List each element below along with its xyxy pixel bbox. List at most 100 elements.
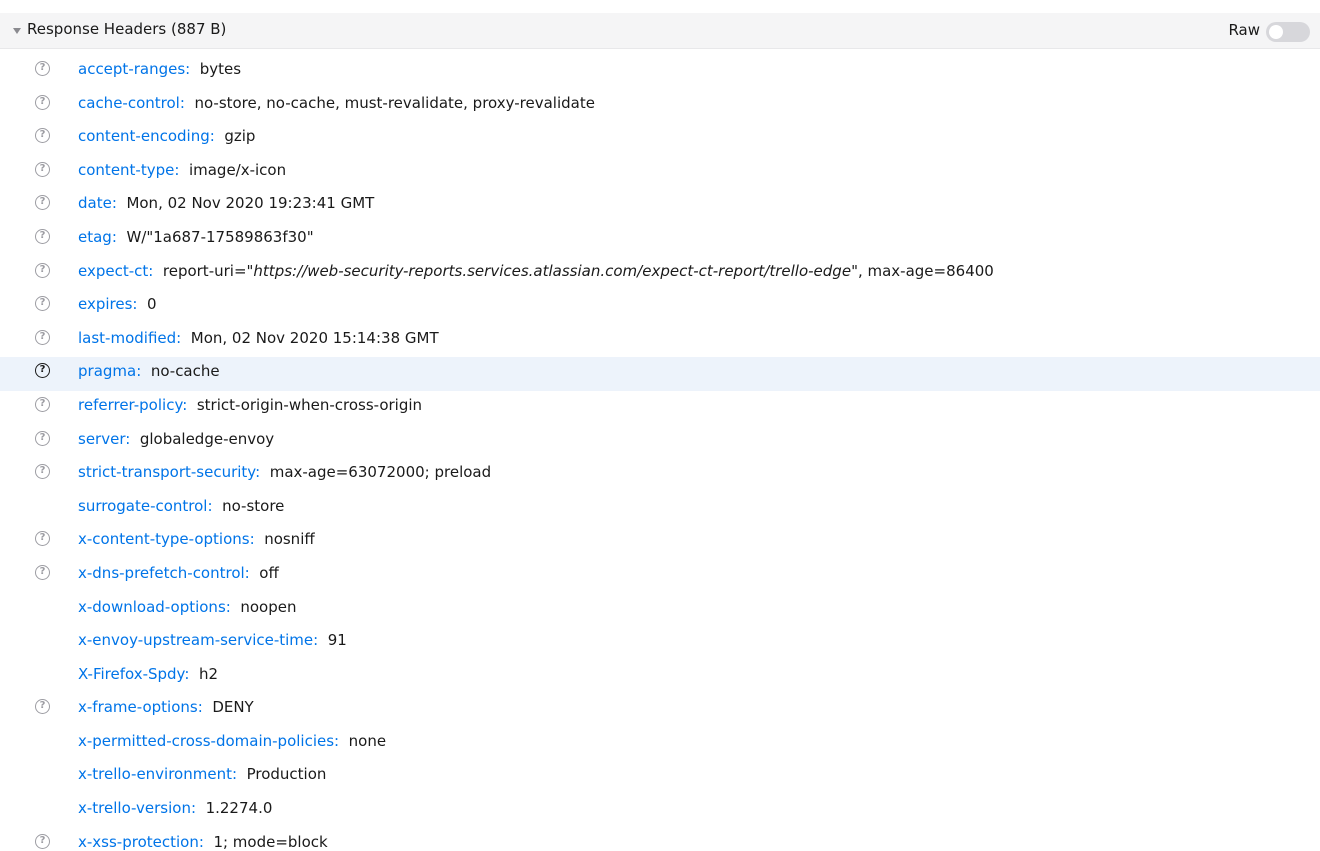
header-entry: content-encoding: gzip: [78, 127, 255, 145]
header-name[interactable]: x-trello-environment:: [78, 765, 237, 783]
header-name[interactable]: x-permitted-cross-domain-policies:: [78, 732, 339, 750]
header-row[interactable]: ? content-type: image/x-icon: [0, 156, 1320, 190]
header-value[interactable]: bytes: [200, 60, 241, 78]
header-value[interactable]: Mon, 02 Nov 2020 15:14:38 GMT: [191, 329, 439, 347]
header-value-suffix: ", max-age=86400: [851, 261, 994, 280]
header-row[interactable]: surrogate-control: no-store: [0, 492, 1320, 526]
header-row[interactable]: ? cache-control: no-store, no-cache, must…: [0, 89, 1320, 123]
help-circle-icon[interactable]: ?: [35, 833, 50, 849]
header-row[interactable]: ? expires: 0: [0, 290, 1320, 324]
header-value[interactable]: strict-origin-when-cross-origin: [197, 396, 422, 414]
header-entry: x-content-type-options: nosniff: [78, 530, 315, 548]
header-value-url[interactable]: https://web-security-reports.services.at…: [253, 262, 851, 280]
header-value[interactable]: Mon, 02 Nov 2020 19:23:41 GMT: [126, 194, 374, 212]
header-value[interactable]: W/"1a687-17589863f30": [126, 228, 313, 246]
help-circle-icon[interactable]: ?: [35, 61, 50, 76]
header-name[interactable]: server:: [78, 430, 130, 448]
header-value[interactable]: DENY: [212, 698, 253, 716]
help-circle-icon[interactable]: ?: [35, 464, 50, 480]
header-row[interactable]: ? referrer-policy: strict-origin-when-cro…: [0, 391, 1320, 425]
header-row[interactable]: ? content-encoding: gzip: [0, 122, 1320, 156]
header-name[interactable]: accept-ranges:: [78, 60, 190, 78]
header-name[interactable]: cache-control:: [78, 94, 185, 112]
help-circle-icon[interactable]: ?: [35, 161, 50, 177]
help-circle-icon[interactable]: ?: [35, 128, 50, 144]
header-value[interactable]: noopen: [240, 598, 296, 616]
header-row[interactable]: ? expect-ct: report-uri="https://web-secu…: [0, 257, 1320, 291]
help-circle-icon[interactable]: ?: [35, 195, 50, 211]
header-value[interactable]: no-store: [222, 497, 284, 515]
header-name[interactable]: etag:: [78, 228, 117, 246]
header-value[interactable]: max-age=63072000; preload: [270, 463, 491, 481]
header-row[interactable]: ? date: Mon, 02 Nov 2020 19:23:41 GMT: [0, 189, 1320, 223]
header-value[interactable]: image/x-icon: [189, 161, 286, 179]
header-entry: referrer-policy: strict-origin-when-cros…: [78, 396, 422, 414]
header-value[interactable]: no-store, no-cache, must-revalidate, pro…: [194, 94, 595, 112]
header-name[interactable]: x-envoy-upstream-service-time:: [78, 631, 318, 649]
header-name[interactable]: x-dns-prefetch-control:: [78, 564, 250, 582]
header-value[interactable]: no-cache: [151, 362, 220, 380]
header-row[interactable]: X-Firefox-Spdy: h2: [0, 660, 1320, 694]
header-row[interactable]: ? server: globaledge-envoy: [0, 425, 1320, 459]
header-row[interactable]: x-permitted-cross-domain-policies: none: [0, 727, 1320, 761]
header-value[interactable]: off: [259, 564, 279, 582]
header-value[interactable]: 91: [328, 631, 347, 649]
header-value[interactable]: nosniff: [264, 530, 315, 548]
header-row[interactable]: ? etag: W/"1a687-17589863f30": [0, 223, 1320, 257]
header-entry: date: Mon, 02 Nov 2020 19:23:41 GMT: [78, 194, 374, 212]
header-name[interactable]: x-trello-version:: [78, 799, 196, 817]
help-circle-icon[interactable]: ?: [35, 262, 50, 278]
raw-toggle[interactable]: [1266, 22, 1310, 42]
header-row[interactable]: x-envoy-upstream-service-time: 91: [0, 626, 1320, 660]
header-row[interactable]: ? x-frame-options: DENY: [0, 693, 1320, 727]
header-row[interactable]: ? x-content-type-options: nosniff: [0, 525, 1320, 559]
header-value[interactable]: 1.2274.0: [206, 799, 273, 817]
header-value[interactable]: 0: [147, 295, 157, 313]
header-name[interactable]: x-download-options:: [78, 598, 231, 616]
header-row[interactable]: ? last-modified: Mon, 02 Nov 2020 15:14:3…: [0, 324, 1320, 358]
header-row[interactable]: ? pragma: no-cache: [0, 357, 1320, 391]
header-value[interactable]: Production: [247, 765, 327, 783]
header-name[interactable]: X-Firefox-Spdy:: [78, 665, 189, 683]
header-name[interactable]: x-content-type-options:: [78, 530, 255, 548]
help-circle-icon[interactable]: ?: [35, 94, 50, 110]
header-entry: x-dns-prefetch-control: off: [78, 564, 279, 582]
response-headers-section-header[interactable]: Response Headers (887 B) Raw: [0, 13, 1320, 49]
header-row[interactable]: x-trello-version: 1.2274.0: [0, 794, 1320, 828]
header-value[interactable]: globaledge-envoy: [140, 430, 274, 448]
header-row[interactable]: ? strict-transport-security: max-age=6307…: [0, 458, 1320, 492]
header-name[interactable]: last-modified:: [78, 329, 181, 347]
header-name[interactable]: expires:: [78, 295, 137, 313]
header-name[interactable]: date:: [78, 194, 117, 212]
header-name[interactable]: pragma:: [78, 362, 141, 380]
header-name[interactable]: surrogate-control:: [78, 497, 213, 515]
header-value[interactable]: 1; mode=block: [213, 833, 327, 851]
header-name[interactable]: strict-transport-security:: [78, 463, 260, 481]
help-circle-icon[interactable]: ?: [35, 228, 50, 244]
help-circle-icon[interactable]: ?: [35, 531, 50, 547]
help-circle-icon[interactable]: ?: [35, 296, 50, 312]
header-name[interactable]: content-encoding:: [78, 127, 215, 145]
header-row[interactable]: ? x-xss-protection: 1; mode=block: [0, 828, 1320, 851]
help-circle-icon[interactable]: ?: [35, 699, 50, 715]
header-name[interactable]: content-type:: [78, 161, 179, 179]
header-name[interactable]: x-xss-protection:: [78, 833, 204, 851]
header-name[interactable]: referrer-policy:: [78, 396, 187, 414]
help-circle-icon[interactable]: ?: [35, 329, 50, 345]
header-name[interactable]: x-frame-options:: [78, 698, 203, 716]
help-circle-icon[interactable]: ?: [35, 564, 50, 580]
header-row[interactable]: x-download-options: noopen: [0, 593, 1320, 627]
chevron-down-icon[interactable]: [13, 28, 21, 34]
header-row[interactable]: ? x-dns-prefetch-control: off: [0, 559, 1320, 593]
help-circle-icon[interactable]: ?: [35, 363, 50, 379]
header-value[interactable]: gzip: [224, 127, 255, 145]
header-row[interactable]: ? accept-ranges: bytes: [0, 55, 1320, 89]
header-entry: expect-ct: report-uri="https://web-secur…: [78, 262, 994, 280]
header-value[interactable]: none: [349, 732, 386, 750]
help-circle-icon[interactable]: ?: [35, 430, 50, 446]
header-row[interactable]: x-trello-environment: Production: [0, 760, 1320, 794]
header-name[interactable]: expect-ct:: [78, 262, 153, 280]
raw-label: Raw: [1228, 21, 1260, 39]
help-circle-icon[interactable]: ?: [35, 396, 50, 412]
header-value[interactable]: h2: [199, 665, 218, 683]
